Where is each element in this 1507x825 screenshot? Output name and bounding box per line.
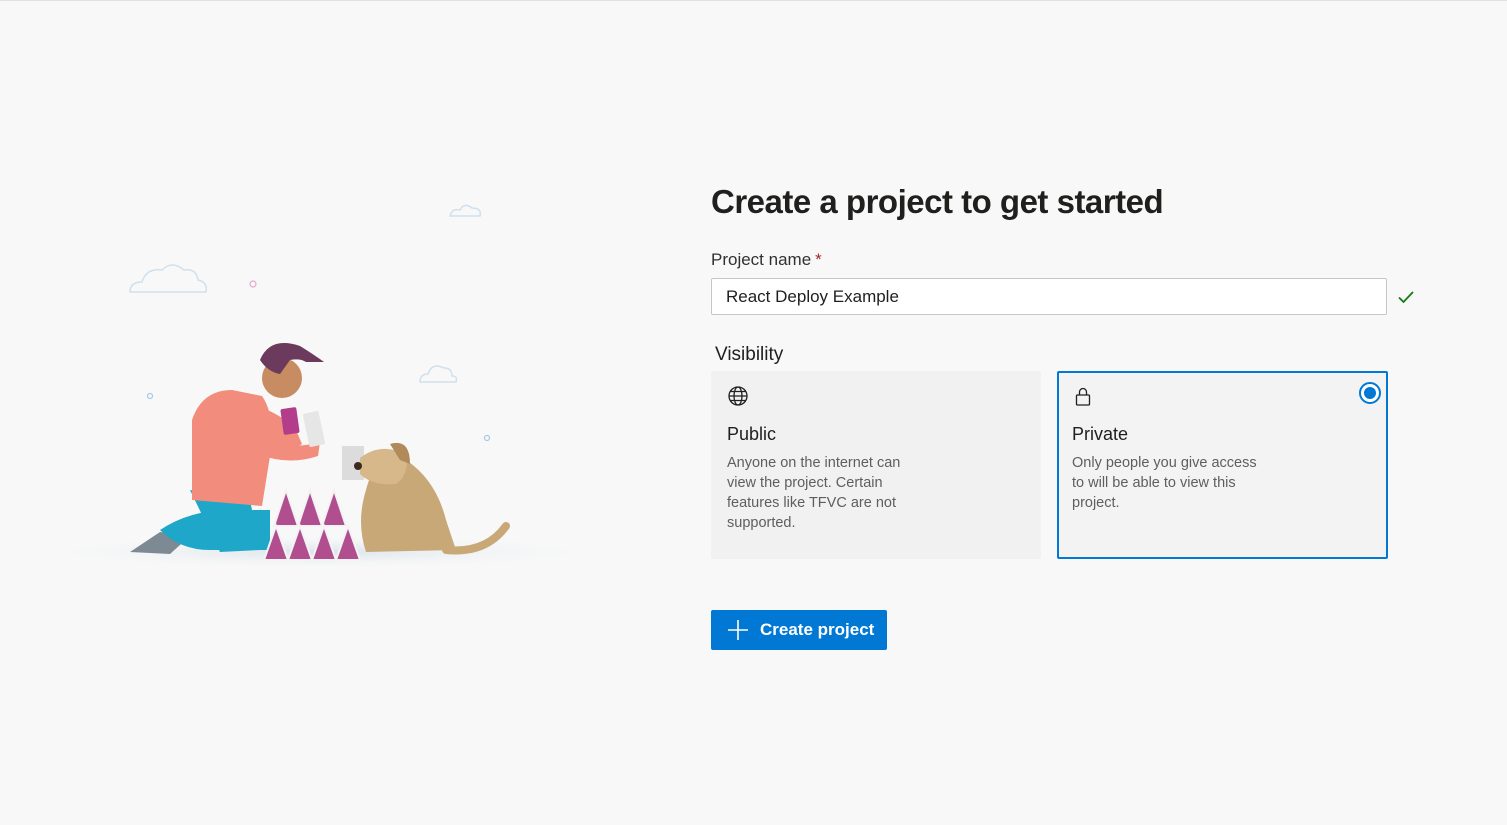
project-name-label: Project name * xyxy=(711,249,1431,271)
create-project-form: Create a project to get started Project … xyxy=(711,180,1431,650)
visibility-option-title: Private xyxy=(1072,424,1129,444)
checkmark-icon xyxy=(1398,291,1414,304)
visibility-option-private[interactable]: Private Only people you give access to w… xyxy=(1057,371,1388,559)
visibility-option-public[interactable]: Public Anyone on the internet can view t… xyxy=(711,371,1041,559)
plus-icon xyxy=(728,620,748,640)
project-name-input[interactable] xyxy=(711,278,1387,315)
top-divider xyxy=(0,0,1507,1)
visibility-options: Public Anyone on the internet can view t… xyxy=(711,371,1431,561)
project-name-row xyxy=(711,278,1431,315)
radio-dot xyxy=(1364,387,1376,399)
create-project-button[interactable]: Create project xyxy=(711,610,887,650)
lock-icon xyxy=(1075,387,1091,406)
visibility-option-description: Only people you give access to will be a… xyxy=(1072,455,1257,511)
illustration-person-and-dog xyxy=(20,204,620,570)
required-marker: * xyxy=(815,250,822,269)
visibility-option-description: Anyone on the internet can view the proj… xyxy=(727,455,901,531)
create-project-label: Create project xyxy=(760,620,875,639)
page-title: Create a project to get started xyxy=(711,183,1164,220)
radio-selected-indicator[interactable] xyxy=(1359,382,1381,404)
globe-icon xyxy=(728,386,748,406)
visibility-option-title: Public xyxy=(727,424,777,444)
project-name-label-text: Project name xyxy=(711,250,812,269)
visibility-label: Visibility xyxy=(715,344,784,365)
